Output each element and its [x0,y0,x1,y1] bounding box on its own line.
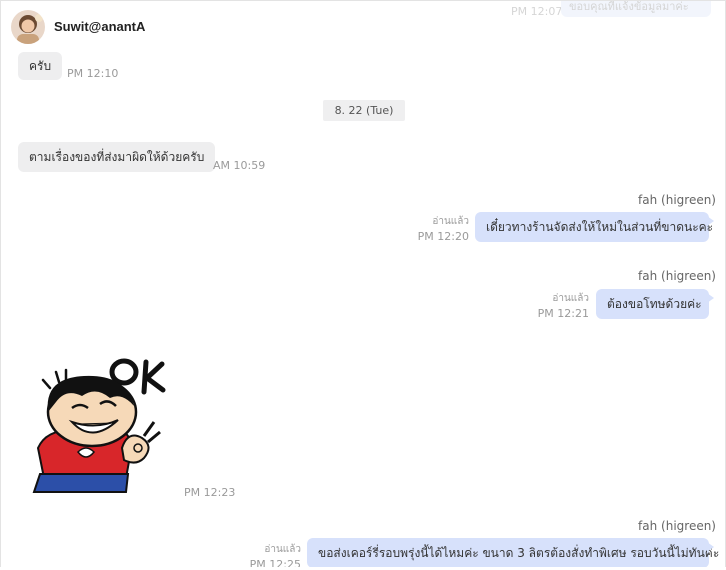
message-bubble-outgoing[interactable]: ต้องขอโทษด้วยค่ะ [596,289,714,319]
sender-name: fah (higreen) [638,269,716,283]
message-bubble-incoming[interactable]: ตามเรื่องของที่ส่งมาผิดให้ด้วยครับ [18,142,216,172]
message-time: PM 12:23 [184,486,236,499]
message-meta: อ่านแล้ว PM 12:20 [418,214,469,244]
message-meta: อ่านแล้ว PM 12:21 [538,291,589,321]
read-receipt: อ่านแล้ว [264,544,301,555]
message-time: PM 12:10 [67,67,119,80]
message-bubble-incoming[interactable]: ครับ [18,52,63,80]
sender-name: fah (higreen) [638,193,716,207]
avatar-photo-icon [11,10,45,44]
message-bubble-outgoing[interactable]: ขอส่งเคอร์รี่รอบพรุ่งนี้ได้ไหมค่ะ ขนาด 3… [307,538,719,567]
sender-name: fah (higreen) [638,519,716,533]
message-time: AM 10:59 [213,159,266,172]
read-receipt: อ่านแล้ว [432,216,469,227]
ok-sticker-icon[interactable] [26,356,171,496]
date-divider: 8. 22 (Tue) [323,100,405,121]
chat-window: PM 12:07 ขอบคุณที่แจ้งข้อมูลมาค่ะ Suwit@… [0,0,726,567]
avatar[interactable] [11,10,45,44]
chat-header: Suwit@anantA [1,1,725,51]
message-bubble-outgoing[interactable]: เดี๋ยวทางร้านจัดส่งให้ใหม่ในส่วนที่ขาดนะ… [475,212,714,242]
message-time: PM 12:25 [249,558,301,567]
chat-partner-name: Suwit@anantA [54,19,146,34]
message-meta: อ่านแล้ว PM 12:25 [250,542,301,567]
message-time: PM 12:21 [537,307,589,320]
read-receipt: อ่านแล้ว [552,293,589,304]
message-time: PM 12:20 [417,230,469,243]
